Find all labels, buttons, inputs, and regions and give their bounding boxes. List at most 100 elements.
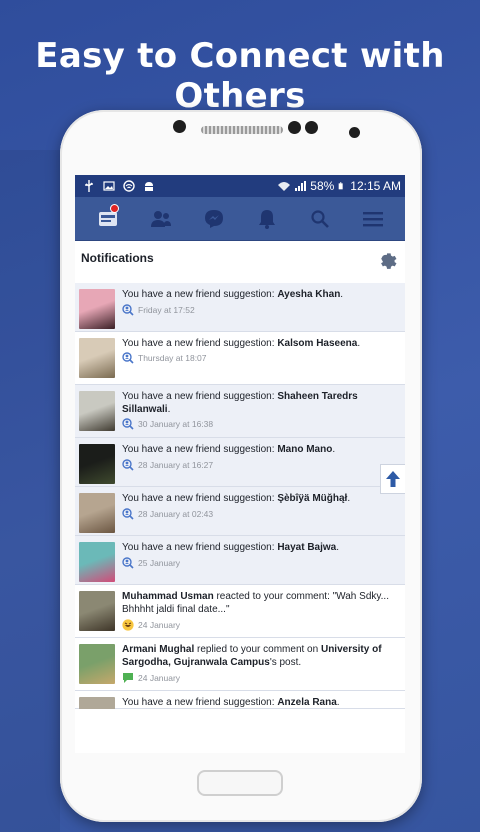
timestamp: 28 January at 02:43: [138, 509, 214, 519]
friend-suggestion-icon: [122, 459, 134, 471]
person-name[interactable]: Şèbîÿä Müğhął: [277, 493, 347, 504]
messages-icon: [204, 209, 223, 228]
person-name[interactable]: Muhammad Usman: [122, 591, 214, 602]
notification-message: .: [336, 542, 340, 553]
friend-suggestion-icon: [122, 508, 134, 520]
notification-text: You have a new friend suggestion: Kalsom…: [122, 337, 397, 350]
wifi-icon: [278, 182, 291, 191]
arrow-up-icon: [386, 471, 400, 487]
notification-text: You have a new friend suggestion: Anzela…: [122, 696, 397, 709]
person-name[interactable]: Kalsom Haseena: [277, 338, 357, 349]
friend-requests-icon: [150, 210, 171, 227]
notification-message: .: [332, 444, 336, 455]
notification-message: .: [357, 338, 361, 349]
notification-meta: 24 January: [122, 619, 180, 631]
person-name[interactable]: Hayat Bajwa: [277, 542, 336, 553]
status-bar: 58% 12:15 AM: [75, 175, 405, 197]
notification-meta: Thursday at 18:07: [122, 352, 207, 364]
person-name[interactable]: Armani Mughal: [122, 644, 194, 655]
timestamp: 24 January: [138, 620, 181, 630]
notification-message: You have a new friend suggestion:: [122, 289, 278, 300]
proximity-sensor: [349, 127, 360, 138]
notification-item[interactable]: You have a new friend suggestion: Mano M…: [75, 438, 405, 487]
timestamp: Thursday at 18:07: [138, 353, 207, 363]
avatar[interactable]: [79, 338, 115, 378]
haha-reaction-icon: [122, 619, 134, 631]
avatar[interactable]: [79, 697, 115, 709]
notification-message: You have a new friend suggestion:: [122, 391, 278, 402]
notification-item[interactable]: You have a new friend suggestion: Şèbîÿä…: [75, 487, 405, 536]
notification-message: You have a new friend suggestion:: [122, 338, 278, 349]
image-icon: [103, 181, 115, 191]
notification-message: .: [347, 493, 351, 504]
vpn-shield-icon: [123, 180, 135, 192]
gear-icon[interactable]: [378, 249, 400, 271]
friend-suggestion-icon: [122, 418, 134, 430]
notification-meta: 24 January: [122, 672, 180, 684]
notification-meta: 28 January at 02:43: [122, 508, 213, 520]
person-name[interactable]: Anzela Rana: [277, 697, 336, 708]
notification-text: Armani Mughal replied to your comment on…: [122, 643, 397, 669]
front-camera: [173, 120, 186, 133]
page-title: Notifications: [81, 251, 154, 265]
notification-message: .: [336, 697, 340, 708]
battery-icon: [338, 182, 343, 190]
scroll-to-top-button[interactable]: [380, 464, 405, 494]
notification-message: .: [340, 289, 344, 300]
friend-suggestion-icon: [122, 557, 134, 569]
nav-friend-requests[interactable]: [141, 201, 181, 237]
comment-icon: [123, 673, 133, 683]
avatar[interactable]: [79, 289, 115, 329]
notification-message: You have a new friend suggestion:: [122, 444, 278, 455]
friend-suggestion-icon: [122, 304, 134, 316]
notifications-icon: [258, 209, 275, 229]
notification-item[interactable]: Muhammad Usman reacted to your comment: …: [75, 585, 405, 638]
notification-text: Muhammad Usman reacted to your comment: …: [122, 590, 397, 616]
notification-meta: 28 January at 16:27: [122, 459, 213, 471]
avatar[interactable]: [79, 391, 115, 431]
avatar[interactable]: [79, 542, 115, 582]
notification-item[interactable]: You have a new friend suggestion: Hayat …: [75, 536, 405, 585]
notification-message: .: [167, 404, 171, 415]
notification-meta: Friday at 17:52: [122, 304, 195, 316]
notification-text: You have a new friend suggestion: Shahee…: [122, 390, 397, 416]
avatar[interactable]: [79, 493, 115, 533]
person-name[interactable]: Ayesha Khan: [277, 289, 340, 300]
battery-percent: 58%: [310, 179, 335, 193]
person-name[interactable]: Mano Mano: [277, 444, 332, 455]
sensor-right: [305, 121, 318, 134]
home-button[interactable]: [197, 770, 283, 796]
nav-search[interactable]: [300, 201, 340, 237]
sensor-left: [288, 121, 301, 134]
notification-text: You have a new friend suggestion: Hayat …: [122, 541, 397, 554]
notification-item[interactable]: Armani Mughal replied to your comment on…: [75, 638, 405, 691]
nav-notifications[interactable]: [247, 201, 287, 237]
notification-item[interactable]: You have a new friend suggestion: Shahee…: [75, 385, 405, 438]
speaker-grille: [201, 126, 283, 134]
notification-item[interactable]: You have a new friend suggestion: Anzela…: [75, 691, 405, 709]
timestamp: Friday at 17:52: [138, 305, 195, 315]
signal-icon: [295, 181, 307, 191]
nav-news-feed[interactable]: [88, 201, 128, 237]
notification-message: You have a new friend suggestion:: [122, 493, 278, 504]
notification-message: 's post.: [269, 657, 302, 668]
notification-list: You have a new friend suggestion: Ayesha…: [75, 283, 405, 709]
notification-meta: 30 January at 16:38: [122, 418, 213, 430]
avatar[interactable]: [79, 644, 115, 684]
avatar[interactable]: [79, 591, 115, 631]
timestamp: 25 January: [138, 558, 181, 568]
android-icon: [145, 182, 153, 191]
notification-item[interactable]: You have a new friend suggestion: Kalsom…: [75, 332, 405, 385]
timestamp: 30 January at 16:38: [138, 419, 214, 429]
notification-item[interactable]: You have a new friend suggestion: Ayesha…: [75, 283, 405, 332]
timestamp: 28 January at 16:27: [138, 460, 214, 470]
top-nav-bar: [75, 197, 405, 241]
notification-badge: [109, 203, 119, 213]
phone-screen: 58% 12:15 AM Notifications You have a ne…: [75, 175, 405, 753]
nav-menu[interactable]: [353, 201, 393, 237]
notification-message: You have a new friend suggestion:: [122, 542, 278, 553]
avatar[interactable]: [79, 444, 115, 484]
usb-icon: [85, 180, 93, 192]
nav-messages[interactable]: [194, 201, 234, 237]
friend-suggestion-icon: [122, 352, 134, 364]
